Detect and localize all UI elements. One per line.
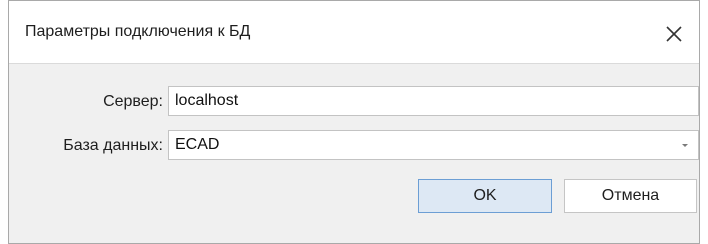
server-input-value: localhost [175,92,239,109]
database-label: База данных: [63,137,163,154]
database-select-value: ECAD [175,136,220,153]
chevron-down-icon[interactable] [678,131,692,159]
ok-button[interactable]: OK [418,179,552,213]
cancel-button[interactable]: Отмена [564,179,697,213]
dialog-title: Параметры подключения к БД [25,23,251,40]
server-input[interactable]: localhost [168,86,699,116]
title-bar: Параметры подключения к БД [9,1,699,64]
close-icon[interactable] [659,19,689,49]
connection-dialog: Параметры подключения к БД Сервер: local… [8,0,700,244]
database-select[interactable]: ECAD [168,130,699,160]
server-label: Сервер: [103,93,163,110]
